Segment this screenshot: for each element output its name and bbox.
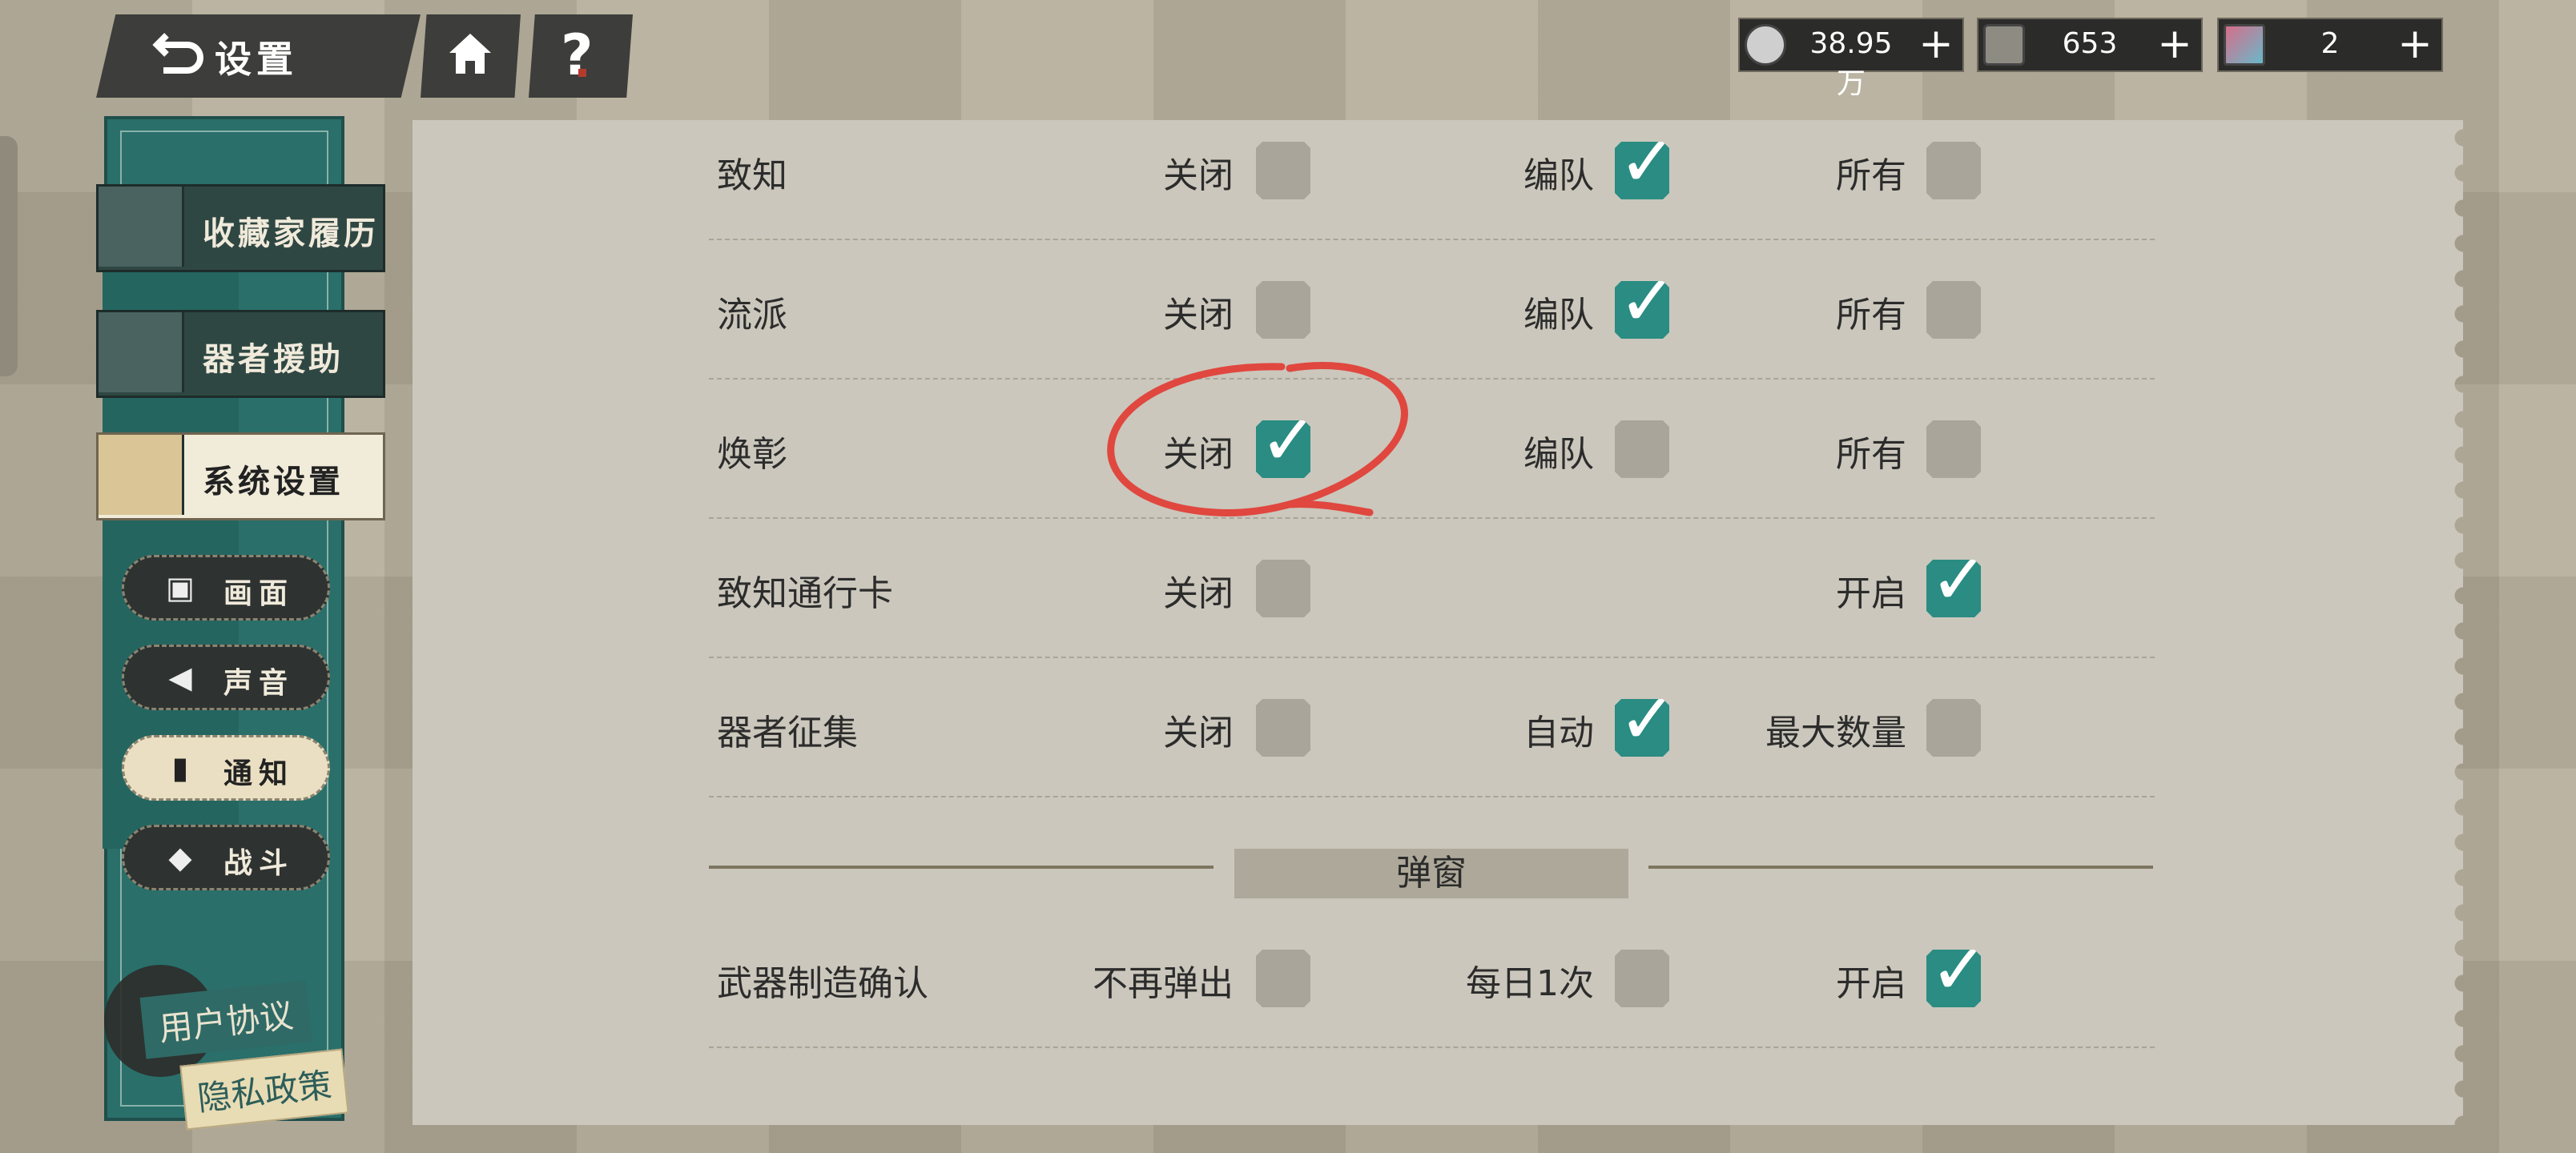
section-divider-left — [709, 866, 1214, 869]
row-divider — [709, 378, 2155, 381]
subnav-label: 战斗 — [223, 847, 295, 880]
handshake-icon — [99, 312, 184, 392]
setting-label: 武器制造确认 — [717, 963, 928, 1004]
checkbox-recruit-auto[interactable]: ✓ — [1615, 699, 1669, 757]
speaker-icon: ◀ — [168, 660, 192, 695]
resource-value: 38.95万 — [1809, 27, 1893, 100]
option-label: 最大数量 — [1765, 713, 1906, 753]
subnav-label: 画面 — [223, 577, 295, 610]
checkbox-forge-daily[interactable] — [1615, 950, 1669, 1007]
battle-icon: ◆ — [168, 840, 192, 875]
checkbox-zhizhi-all[interactable] — [1926, 142, 1981, 199]
option-label: 开启 — [1836, 573, 1906, 614]
page-title: 设置 — [215, 38, 298, 81]
checkbox-zhizhi-team[interactable]: ✓ — [1615, 142, 1669, 199]
checkbox-pass-off[interactable] — [1256, 560, 1310, 617]
checkbox-huanzhang-team[interactable] — [1615, 420, 1669, 478]
checkbox-recruit-max[interactable] — [1926, 699, 1981, 757]
section-title-popup: 弹窗 — [1234, 849, 1628, 898]
checkbox-recruit-off[interactable] — [1256, 699, 1310, 757]
subnav-notification[interactable]: ▮ 通知 — [122, 735, 330, 801]
option-label: 编队 — [1523, 434, 1594, 475]
row-divider — [709, 796, 2155, 799]
setting-label: 焕彰 — [717, 434, 787, 475]
row-divider — [709, 517, 2155, 520]
checkbox-zhizhi-off[interactable] — [1256, 142, 1310, 199]
option-label: 关闭 — [1163, 155, 1234, 196]
checkbox-forge-never[interactable] — [1256, 950, 1310, 1007]
gear-icon — [99, 435, 184, 515]
side-pull-tab[interactable] — [0, 136, 18, 376]
subnav-label: 声音 — [223, 667, 295, 700]
subnav-label: 通知 — [223, 757, 295, 790]
row-divider — [709, 1047, 2155, 1050]
sidebar-item-support[interactable]: 器者援助 — [96, 310, 385, 398]
home-icon — [445, 29, 496, 80]
setting-label: 流派 — [717, 295, 787, 335]
phone-bell-icon: ▮ — [171, 750, 189, 785]
add-crystal-button[interactable]: + — [2393, 21, 2437, 67]
checkbox-liupai-team[interactable]: ✓ — [1615, 281, 1669, 339]
sidebar-item-system-settings[interactable]: 系统设置 — [96, 432, 385, 520]
option-label: 关闭 — [1163, 295, 1234, 335]
resource-coin: 38.95万 + — [1738, 18, 1964, 100]
option-label: 每日1次 — [1466, 963, 1594, 1004]
option-label: 编队 — [1523, 295, 1594, 335]
checkbox-forge-on[interactable]: ✓ — [1926, 950, 1981, 1007]
checkbox-pass-on[interactable]: ✓ — [1926, 560, 1981, 617]
coin-icon — [1745, 24, 1786, 66]
back-arrow-icon — [152, 27, 208, 75]
setting-label: 致知通行卡 — [717, 573, 893, 614]
add-material-button[interactable]: + — [2153, 21, 2196, 67]
resource-material: 653 + — [1977, 18, 2203, 72]
option-label: 所有 — [1836, 155, 1906, 196]
resource-value: 653 — [2062, 27, 2118, 60]
add-coin-button[interactable]: + — [1914, 21, 1958, 67]
option-label: 不再弹出 — [1093, 963, 1234, 1004]
checkbox-huanzhang-all[interactable] — [1926, 420, 1981, 478]
resource-crystal: 2 + — [2217, 18, 2443, 72]
option-label: 编队 — [1523, 155, 1594, 196]
sidebar-item-collector-history[interactable]: 收藏家履历 — [96, 184, 385, 272]
subnav-sound[interactable]: ◀ 声音 — [122, 645, 330, 710]
image-icon: ▣ — [166, 570, 195, 605]
help-icon: ? — [561, 22, 594, 88]
sidebar-item-label: 系统设置 — [203, 464, 344, 500]
crystal-icon — [2224, 24, 2265, 66]
collector-icon — [99, 187, 184, 267]
setting-label: 器者征集 — [717, 713, 858, 753]
subnav-battle[interactable]: ◆ 战斗 — [122, 825, 330, 890]
option-label: 自动 — [1523, 713, 1594, 753]
subnav-graphics[interactable]: ▣ 画面 — [122, 555, 330, 621]
sidebar-item-label: 收藏家履历 — [203, 215, 379, 252]
resource-value: 2 — [2320, 27, 2340, 60]
section-divider-right — [1648, 866, 2153, 869]
option-label: 所有 — [1836, 434, 1906, 475]
setting-label: 致知 — [717, 155, 787, 196]
sidebar-item-label: 器者援助 — [203, 341, 344, 378]
row-divider — [709, 657, 2155, 660]
option-label: 所有 — [1836, 295, 1906, 335]
panel-ticket-edge — [2439, 120, 2463, 1125]
option-label: 开启 — [1836, 963, 1906, 1004]
option-label: 关闭 — [1163, 573, 1234, 614]
row-divider — [709, 239, 2155, 242]
checkbox-liupai-off[interactable] — [1256, 281, 1310, 339]
option-label: 关闭 — [1163, 713, 1234, 753]
red-annotation-circle — [1107, 362, 1408, 516]
checkbox-liupai-all[interactable] — [1926, 281, 1981, 339]
material-icon — [1983, 24, 2025, 66]
help-dot — [578, 69, 586, 77]
